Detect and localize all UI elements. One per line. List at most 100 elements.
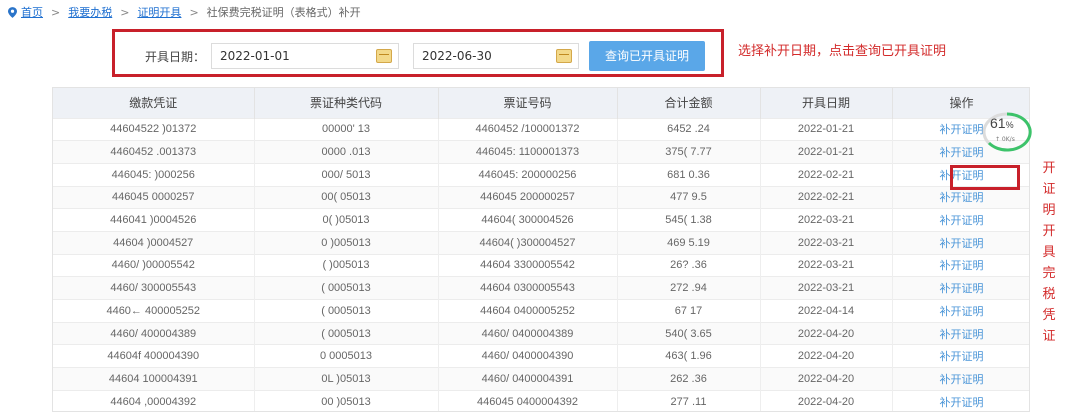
table-cell: 272 .94 xyxy=(617,276,761,300)
reissue-certificate-link[interactable]: 补开证明 xyxy=(940,351,984,363)
table-row: 4460← 400005252 ( 0005013 44604 0400005252… xyxy=(53,299,1029,323)
cell-ticket-number: 446045: 200000256 xyxy=(478,168,577,181)
cell-ticket-type-code: 0000 .013 xyxy=(321,146,371,159)
column-header-payment-voucher: 缴款凭证 xyxy=(53,88,255,118)
reissue-certificate-link[interactable]: 补开证明 xyxy=(940,192,984,204)
table-cell: 0L )05013 xyxy=(254,367,439,391)
cell-ticket-type-code: 0L )05013 xyxy=(321,372,371,385)
table-row: 44604 ,00004392 00 )05013 446045 040000439… xyxy=(53,389,1029,411)
cell-payment-voucher: 44604 ,00004392 xyxy=(110,395,197,408)
table-cell: 2022-04-20 xyxy=(760,344,893,368)
breadcrumb-separator: > xyxy=(51,5,61,19)
table-cell: 2022-04-20 xyxy=(760,389,893,411)
table-cell: ( 0005013 xyxy=(254,276,439,300)
table-cell: 0000 .013 xyxy=(254,140,439,164)
cell-ticket-number: 44604( )300004527 xyxy=(479,236,576,249)
calendar-icon[interactable] xyxy=(376,49,392,63)
table-cell: 000/ 5013 xyxy=(254,162,439,187)
table-cell: 0 )005013 xyxy=(254,230,439,255)
vertical-annotation-char: 开 xyxy=(1042,161,1056,176)
cell-payment-voucher: 44604 )0004527 xyxy=(113,236,194,249)
reissue-certificate-link[interactable]: 补开证明 xyxy=(940,215,984,227)
reissue-certificate-link[interactable]: 补开证明 xyxy=(940,397,984,409)
cell-total-amount: 272 .94 xyxy=(670,282,707,295)
table-cell: 补开证明 xyxy=(892,230,1029,255)
cell-ticket-type-code: ( 0005013 xyxy=(321,282,371,295)
breadcrumb-tax-link[interactable]: 我要办税 xyxy=(68,4,112,20)
table-cell: 446045 200000257 xyxy=(438,185,618,209)
table-row: 44604 )0004527 0 )005013 44604( )300004527… xyxy=(53,230,1029,255)
vertical-annotation: 开证明开具完税凭证 xyxy=(1041,158,1057,347)
query-issued-certificates-button[interactable]: 查询已开具证明 xyxy=(589,41,705,71)
cell-payment-voucher: 44604 100004391 xyxy=(108,372,198,385)
breadcrumb-home-link[interactable]: 首页 xyxy=(21,4,43,20)
vertical-annotation-char: 具 xyxy=(1042,245,1056,260)
table-cell: 2022-03-21 xyxy=(760,230,893,255)
issue-date-label: 开具日期： xyxy=(145,50,206,64)
cell-ticket-number: 44604 0300005543 xyxy=(480,282,575,295)
table-cell: 26? .36 xyxy=(617,253,761,277)
reissue-certificate-link[interactable]: 补开证明 xyxy=(940,260,984,272)
table-cell: 44604 100004391 xyxy=(53,367,255,391)
cell-payment-voucher: 4460← 400005252 xyxy=(106,304,201,317)
table-cell: 446045: 1100001373 xyxy=(438,140,618,164)
reissue-certificate-link[interactable]: 补开证明 xyxy=(940,374,984,386)
cell-ticket-number: 44604 3300005542 xyxy=(480,259,575,272)
cell-ticket-type-code: 00( 05013 xyxy=(321,191,371,204)
table-cell: 4460/ 400004389 xyxy=(53,321,255,345)
reissue-certificate-link[interactable]: 补开证明 xyxy=(940,283,984,295)
end-date-input[interactable]: 2022-06-30 xyxy=(413,43,579,69)
cell-issue-date: 2022-01-21 xyxy=(797,123,855,136)
vertical-annotation-char: 证 xyxy=(1042,182,1056,197)
cell-issue-date: 2022-02-21 xyxy=(797,191,855,204)
reissue-certificate-link[interactable]: 补开证明 xyxy=(940,306,984,318)
table-cell: 4460452 /100001372 xyxy=(438,117,618,141)
cell-issue-date: 2022-04-20 xyxy=(797,372,855,385)
calendar-icon[interactable] xyxy=(556,49,572,63)
table-cell: 4460/ 0400004390 xyxy=(438,344,618,368)
location-pin-icon xyxy=(8,6,17,18)
table-row: 4460452 .001373 0000 .013 446045: 11000013… xyxy=(53,140,1029,164)
table-cell: 4460/ 300005543 xyxy=(53,276,255,300)
table-row: 446045 0000257 00( 05013 446045 200000257 4… xyxy=(53,185,1029,209)
table-cell: 补开证明 xyxy=(892,344,1029,368)
cell-total-amount: 375( 7.77 xyxy=(665,146,712,159)
table-cell: 540( 3.65 xyxy=(617,321,761,345)
table-cell: 2022-02-21 xyxy=(760,162,893,187)
start-date-value: 2022-01-01 xyxy=(220,49,290,63)
table-cell: 44604 0300005543 xyxy=(438,276,618,300)
reissue-certificate-link[interactable]: 补开证明 xyxy=(940,329,984,341)
table-cell: ( 0005013 xyxy=(254,321,439,345)
cell-ticket-type-code: 0 )005013 xyxy=(321,236,371,249)
start-date-input[interactable]: 2022-01-01 xyxy=(211,43,399,69)
reissue-certificate-link[interactable]: 补开证明 xyxy=(940,238,984,250)
cell-payment-voucher: 446045 0000257 xyxy=(111,191,195,204)
table-cell: 44604f 400004390 xyxy=(53,344,255,368)
breadcrumb-certificate-link[interactable]: 证明开具 xyxy=(137,4,181,20)
table-cell: 补开证明 xyxy=(892,389,1029,411)
table-cell: 44604 )0004527 xyxy=(53,230,255,255)
gauge-percent: 61% xyxy=(990,115,1014,131)
cell-ticket-type-code: 00 )05013 xyxy=(321,395,371,408)
table-cell: 补开证明 xyxy=(892,321,1029,345)
table-cell: 6452 .24 xyxy=(617,117,761,141)
cell-issue-date: 2022-04-14 xyxy=(797,304,855,317)
table-cell: 补开证明 xyxy=(892,276,1029,300)
table-cell: 00000' 13 xyxy=(254,117,439,141)
reissue-certificate-link[interactable]: 补开证明 xyxy=(940,124,984,136)
cell-ticket-number: 4460/ 0400004391 xyxy=(481,372,574,385)
table-row: 446041 )0004526 0( )05013 44604( 300004526… xyxy=(53,208,1029,232)
table-cell: 2022-01-21 xyxy=(760,140,893,164)
cell-payment-voucher: 4460/ 400004389 xyxy=(110,327,197,340)
table-cell: 681 0.36 xyxy=(617,162,761,187)
table-cell: 补开证明 xyxy=(892,299,1029,323)
table-row: 4460/ 300005543 ( 0005013 44604 0300005543… xyxy=(53,276,1029,300)
cell-payment-voucher: 4460/ )00005542 xyxy=(111,259,195,272)
column-header-ticket-number: 票证号码 xyxy=(438,88,618,118)
table-cell: 2022-03-21 xyxy=(760,253,893,277)
cell-payment-voucher: 4460/ 300005543 xyxy=(110,282,197,295)
cell-total-amount: 67 17 xyxy=(674,304,703,317)
cell-issue-date: 2022-02-21 xyxy=(797,168,855,181)
cell-total-amount: 26? .36 xyxy=(670,259,707,272)
reissue-certificate-link[interactable]: 补开证明 xyxy=(940,147,984,159)
